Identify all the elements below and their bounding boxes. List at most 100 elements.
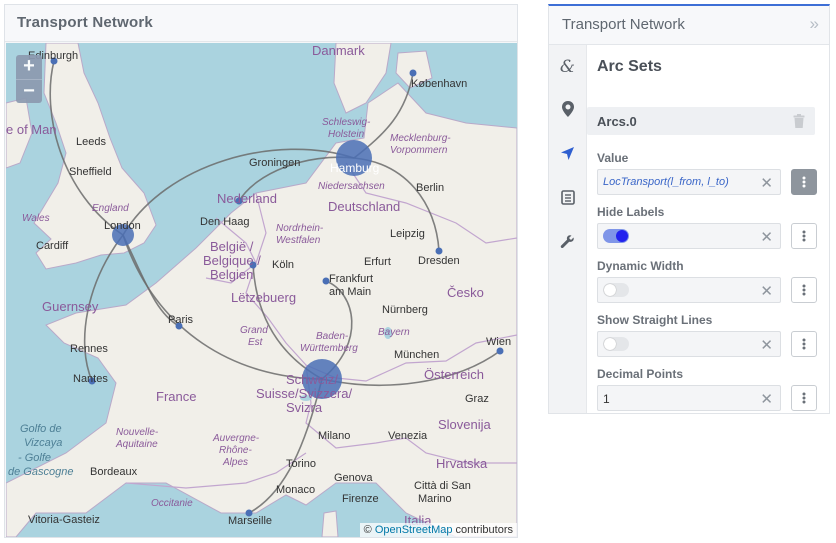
label-letzebuerg: Lëtzebuerg [231, 290, 296, 305]
value-options-button[interactable] [791, 169, 817, 195]
label-genova: Genova [334, 472, 373, 484]
map-attribution: © OpenStreetMap contributors [359, 523, 517, 537]
label-schweiz-3: Svizra [286, 400, 323, 415]
label-dresden: Dresden [418, 255, 460, 267]
label-rennes: Rennes [70, 343, 108, 355]
label-grand-est-2: Est [248, 337, 264, 348]
label-auvergne-2: Rhône- [219, 445, 252, 456]
more-vertical-icon [802, 176, 806, 188]
label-munchen: München [394, 349, 439, 361]
settings-panel-header: Transport Network » [549, 6, 829, 45]
label-paris: Paris [168, 314, 194, 326]
label-hrvatska: Hrvatska [436, 456, 488, 471]
map-svg[interactable]: Edinburgh Leeds Sheffield London Cardiff… [6, 43, 517, 537]
label-schleswig-1: Schleswig- [322, 117, 371, 128]
dynamic-width-field: ✕ [597, 277, 781, 303]
label-occitanie: Occitanie [151, 498, 193, 509]
clear-straight-lines-icon[interactable]: ✕ [760, 336, 773, 354]
label-san-marino-2: Marino [418, 493, 452, 505]
label-leeds: Leeds [76, 136, 106, 148]
label-slovenija: Slovenija [438, 417, 492, 432]
label-bordeaux: Bordeaux [90, 466, 138, 478]
collapse-icon[interactable]: » [810, 14, 819, 34]
label-schweiz-2: Suisse/Svizzera/ [256, 386, 352, 401]
hide-labels-options-button[interactable] [791, 223, 817, 249]
label-milano: Milano [318, 430, 350, 442]
label-england: England [92, 203, 129, 214]
section-title: Arc Sets [597, 58, 662, 75]
arc-set-name: Arcs.0 [597, 114, 637, 129]
label-golfo-3: - Golfe [18, 452, 51, 464]
tab-arcs[interactable] [549, 137, 586, 169]
value-field[interactable]: LocTransport(l_from, l_to) ✕ [597, 169, 781, 195]
label-groningen: Groningen [249, 157, 300, 169]
zoom-in-button[interactable]: + [16, 55, 42, 79]
clear-decimal-points-icon[interactable]: ✕ [760, 390, 773, 408]
value-label: Value [597, 151, 629, 165]
hide-labels-toggle[interactable] [603, 229, 629, 243]
decimal-points-options-button[interactable] [791, 385, 817, 411]
clear-value-icon[interactable]: ✕ [760, 174, 773, 192]
dynamic-width-options-button[interactable] [791, 277, 817, 303]
label-osterreich: Österreich [424, 367, 484, 382]
dynamic-width-toggle[interactable] [603, 283, 629, 297]
toggle-knob [604, 284, 616, 296]
label-hamburg: Hamburg [330, 161, 379, 175]
label-frankfurt-1: Frankfurt [329, 273, 373, 285]
label-golfo-4: de Gascogne [8, 466, 73, 478]
node-wien[interactable] [496, 347, 504, 355]
attribution-link[interactable]: OpenStreetMap [375, 524, 453, 536]
tab-rail: & [549, 45, 587, 413]
label-firenze: Firenze [342, 493, 379, 505]
node-dresden[interactable] [435, 247, 443, 255]
label-torino: Torino [286, 458, 316, 470]
tab-ampersand[interactable]: & [549, 51, 586, 83]
tab-list[interactable] [549, 181, 586, 213]
tab-points[interactable] [549, 93, 586, 125]
label-baden-1: Baden- [316, 331, 349, 342]
label-baden-2: Württemberg [300, 343, 358, 354]
label-cardiff: Cardiff [36, 240, 69, 252]
label-bayern: Bayern [378, 327, 410, 338]
settings-panel: Transport Network » & Arc Sets Arcs.0 Va… [548, 4, 830, 414]
label-isle-of-man: e of Man [6, 122, 57, 137]
label-golfo-2: Vizcaya [24, 437, 62, 449]
trash-icon[interactable] [793, 114, 805, 128]
label-belgie-3: Belgien [210, 267, 253, 282]
label-kobenhavn: København [411, 78, 467, 90]
ampersand-icon: & [559, 57, 576, 77]
decimal-points-value: 1 [603, 392, 610, 406]
zoom-out-button[interactable]: − [16, 79, 42, 104]
label-deutschland: Deutschland [328, 199, 400, 214]
attribution-prefix: © [363, 524, 375, 536]
straight-lines-toggle[interactable] [603, 337, 629, 351]
label-mecklenburg-2: Vorpommern [390, 145, 448, 156]
map-view[interactable]: Edinburgh Leeds Sheffield London Cardiff… [6, 43, 517, 537]
more-vertical-icon [802, 230, 806, 242]
label-monaco: Monaco [276, 484, 315, 496]
decimal-points-field[interactable]: 1 ✕ [597, 385, 781, 411]
label-leipzig: Leipzig [390, 228, 425, 240]
clear-dynamic-width-icon[interactable]: ✕ [760, 282, 773, 300]
decimal-points-label: Decimal Points [597, 367, 684, 381]
label-wien: Wien [486, 336, 511, 348]
toggle-knob [604, 338, 616, 350]
label-frankfurt-2: am Main [329, 286, 371, 298]
label-guernsey: Guernsey [42, 299, 99, 314]
label-sheffield: Sheffield [69, 166, 112, 178]
hide-labels-label: Hide Labels [597, 205, 665, 219]
arc-set-row[interactable]: Arcs.0 [587, 107, 815, 135]
label-grand-est-1: Grand [240, 325, 268, 336]
clear-hide-labels-icon[interactable]: ✕ [760, 228, 773, 246]
straight-lines-options-button[interactable] [791, 331, 817, 357]
node-kobenhavn[interactable] [409, 69, 417, 77]
land-corsica [321, 510, 339, 537]
arc-sets-content: Arc Sets Arcs.0 Value LocTransport(l_fro… [587, 45, 829, 413]
label-auvergne-1: Auvergne- [212, 433, 260, 444]
label-france: France [156, 389, 196, 404]
wrench-icon [560, 234, 574, 248]
label-belgie-2: Belgique / [203, 253, 261, 268]
label-san-marino-1: Città di San [414, 480, 471, 492]
settings-panel-title: Transport Network [562, 16, 685, 33]
tab-tools[interactable] [549, 225, 586, 257]
